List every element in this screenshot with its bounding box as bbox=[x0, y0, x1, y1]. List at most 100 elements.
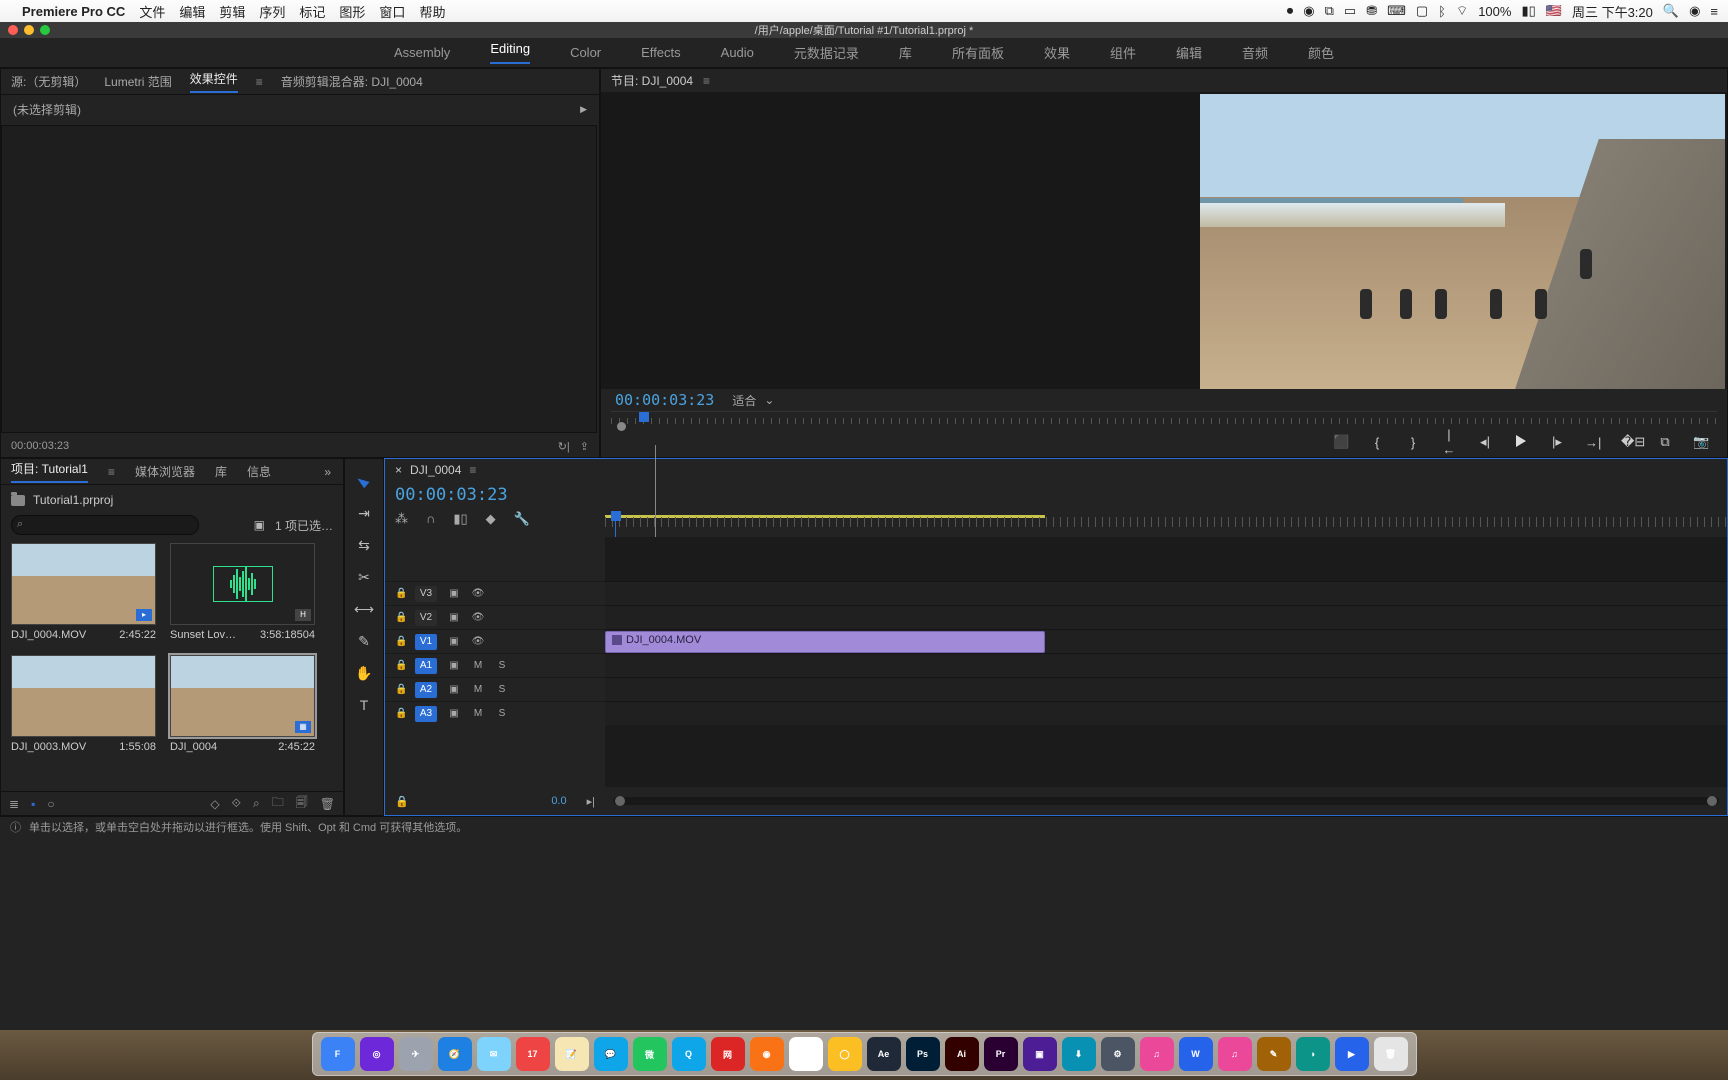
ws-audio2[interactable]: 音频 bbox=[1242, 43, 1268, 62]
tab-library[interactable]: 库 bbox=[215, 463, 227, 480]
add-marker-tl[interactable]: ▮▯ bbox=[453, 511, 467, 527]
track-header-a1[interactable]: 🔒A1▣MS bbox=[385, 653, 605, 677]
disk-icon[interactable]: ⛃ bbox=[1366, 3, 1377, 19]
slip-tool[interactable]: ⟷ bbox=[353, 599, 375, 619]
linked-selection-toggle[interactable]: ∩ bbox=[426, 511, 435, 527]
dock-app-icon[interactable]: 🗑 bbox=[1374, 1037, 1408, 1071]
lane-a2[interactable] bbox=[605, 677, 1727, 701]
display-icon[interactable]: ▭ bbox=[1344, 3, 1356, 19]
dropbox-icon[interactable]: ⧉ bbox=[1325, 3, 1334, 19]
tab-effect-controls[interactable]: 效果控件 bbox=[190, 70, 238, 93]
dock-app-icon[interactable]: ✎ bbox=[1257, 1037, 1291, 1071]
playhead-marker[interactable] bbox=[639, 412, 649, 422]
sort-icon[interactable]: ⟐ bbox=[232, 796, 241, 811]
menu-help[interactable]: 帮助 bbox=[419, 2, 445, 21]
dock-app-icon[interactable]: ✈ bbox=[399, 1037, 433, 1071]
dock-app-icon[interactable]: ▶ bbox=[1335, 1037, 1369, 1071]
extract-button[interactable]: ⧉ bbox=[1657, 434, 1673, 450]
eye-icon[interactable]: 👁 bbox=[471, 588, 485, 599]
zoom-slider-icon[interactable]: ◇ bbox=[210, 797, 219, 811]
bin-item[interactable]: ▸ DJI_0004.MOV2:45:22 bbox=[11, 543, 156, 641]
thumbnail[interactable] bbox=[11, 655, 156, 737]
sequence-name[interactable]: DJI_0004 bbox=[410, 463, 461, 477]
menu-clip[interactable]: 剪辑 bbox=[219, 2, 245, 21]
lift-button[interactable]: �⊟ bbox=[1621, 434, 1637, 450]
dock-app-icon[interactable]: ◯ bbox=[789, 1037, 823, 1071]
menu-marker[interactable]: 标记 bbox=[299, 2, 325, 21]
eye-icon[interactable]: 👁 bbox=[471, 612, 485, 623]
zoom-window[interactable] bbox=[40, 25, 50, 35]
ws-edit2[interactable]: 编辑 bbox=[1176, 43, 1202, 62]
filter-bin-icon[interactable]: ▣ bbox=[254, 518, 265, 532]
mark-out-button[interactable]: } bbox=[1405, 435, 1421, 450]
dock-app-icon[interactable]: Pr bbox=[984, 1037, 1018, 1071]
disclosure-icon[interactable]: ▶ bbox=[580, 104, 587, 115]
solo-button[interactable]: S bbox=[495, 684, 509, 695]
toggle-output-icon[interactable]: ▣ bbox=[447, 708, 461, 719]
tab-info[interactable]: 信息 bbox=[247, 463, 271, 480]
snap-toggle[interactable]: ⁂ bbox=[395, 511, 408, 527]
menu-window[interactable]: 窗口 bbox=[379, 2, 405, 21]
dock-app-icon[interactable]: F bbox=[321, 1037, 355, 1071]
dock-app-icon[interactable]: W bbox=[1179, 1037, 1213, 1071]
lock-icon[interactable]: 🔒 bbox=[395, 588, 405, 599]
dock-app-icon[interactable]: 🧭 bbox=[438, 1037, 472, 1071]
dock-app-icon[interactable]: 📝 bbox=[555, 1037, 589, 1071]
spotlight-icon[interactable]: 🔍 bbox=[1663, 3, 1679, 19]
dock-app-icon[interactable]: Ai bbox=[945, 1037, 979, 1071]
ws-audio[interactable]: Audio bbox=[721, 45, 754, 60]
delete-icon[interactable]: 🗑 bbox=[320, 797, 335, 811]
ws-allpanels[interactable]: 所有面板 bbox=[952, 43, 1004, 62]
dock-app-icon[interactable]: 17 bbox=[516, 1037, 550, 1071]
tab-audio-mixer[interactable]: 音频剪辑混合器: DJI_0004 bbox=[281, 73, 423, 90]
lane-v2[interactable] bbox=[605, 605, 1727, 629]
project-tab-menu-icon[interactable]: ≡ bbox=[108, 465, 115, 479]
project-search-input[interactable] bbox=[11, 515, 199, 535]
menu-edit[interactable]: 编辑 bbox=[179, 2, 205, 21]
ws-library[interactable]: 库 bbox=[899, 43, 912, 62]
tab-lumetri[interactable]: Lumetri 范围 bbox=[104, 73, 171, 90]
ws-color[interactable]: Color bbox=[570, 45, 601, 60]
mute-button[interactable]: M bbox=[471, 684, 485, 695]
dock-app-icon[interactable]: 💬 bbox=[594, 1037, 628, 1071]
dock-app-icon[interactable]: Ae bbox=[867, 1037, 901, 1071]
lane-v3[interactable] bbox=[605, 581, 1727, 605]
find-icon[interactable]: ⌕ bbox=[253, 796, 260, 811]
loop-icon[interactable]: ↻| bbox=[558, 440, 570, 453]
lane-a1[interactable] bbox=[605, 653, 1727, 677]
track-tag[interactable]: A3 bbox=[415, 706, 437, 722]
mute-button[interactable]: M bbox=[471, 708, 485, 719]
track-tag[interactable]: V3 bbox=[415, 586, 437, 602]
hand-tool[interactable]: ✋ bbox=[353, 663, 375, 683]
battery-pct[interactable]: 100% bbox=[1478, 4, 1511, 19]
settings-wrench-icon[interactable]: 🔧 bbox=[514, 511, 530, 527]
close-window[interactable] bbox=[8, 25, 18, 35]
track-header-a2[interactable]: 🔒A2▣MS bbox=[385, 677, 605, 701]
battery-icon[interactable]: ▮▯ bbox=[1521, 3, 1535, 19]
notification-icon[interactable]: ≡ bbox=[1710, 4, 1718, 19]
track-header-v2[interactable]: 🔒V2▣👁 bbox=[385, 605, 605, 629]
icon-view-icon[interactable]: ▪ bbox=[31, 797, 35, 811]
dock-app-icon[interactable]: ◎ bbox=[360, 1037, 394, 1071]
timeline-menu-icon[interactable]: ≡ bbox=[469, 463, 476, 477]
play-button[interactable] bbox=[1513, 435, 1529, 450]
thumbnail[interactable]: ▸ bbox=[11, 543, 156, 625]
goto-next-edit-icon[interactable]: ▸| bbox=[587, 795, 595, 808]
scrub-knob[interactable] bbox=[617, 422, 626, 431]
ws-metadata[interactable]: 元数据记录 bbox=[794, 43, 859, 62]
mark-in-button[interactable]: { bbox=[1369, 435, 1385, 450]
toggle-output-icon[interactable]: ▣ bbox=[447, 588, 461, 599]
menu-graphics[interactable]: 图形 bbox=[339, 2, 365, 21]
timeline-ruler[interactable] bbox=[605, 481, 1727, 537]
program-monitor-view[interactable] bbox=[601, 92, 1727, 389]
solo-button[interactable]: S bbox=[495, 660, 509, 671]
airplay-icon[interactable]: ▢ bbox=[1416, 3, 1428, 19]
dock-app-icon[interactable]: ♫ bbox=[1218, 1037, 1252, 1071]
dock-app-icon[interactable]: ▣ bbox=[1023, 1037, 1057, 1071]
menu-file[interactable]: 文件 bbox=[139, 2, 165, 21]
dock-app-icon[interactable]: 网 bbox=[711, 1037, 745, 1071]
track-header-v3[interactable]: 🔒 V3 ▣ 👁 bbox=[385, 581, 605, 605]
ws-color2[interactable]: 颜色 bbox=[1308, 43, 1334, 62]
toggle-output-icon[interactable]: ▣ bbox=[447, 636, 461, 647]
video-clip[interactable]: DJI_0004.MOV bbox=[605, 631, 1045, 653]
